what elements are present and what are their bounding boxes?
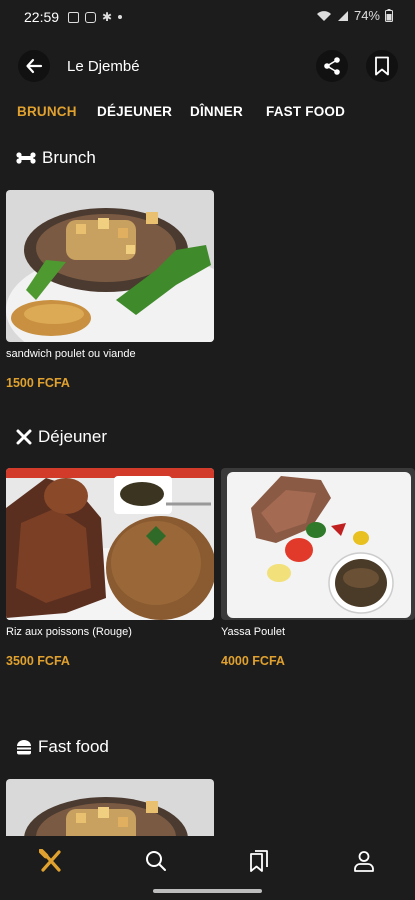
utensils-crossed-icon [16,429,32,445]
status-bar: 22:59 ✱ 74% [0,0,415,34]
menu-item-name: Yassa Poulet [221,626,286,638]
battery-icon [385,9,393,22]
app-bar: Le Djembé [0,44,415,88]
menu-item-price: 3500 FCFA [6,654,70,668]
notification-icons: ✱ [68,10,123,24]
tab-dejeuner[interactable]: DÉJEUNER [97,104,172,119]
status-time: 22:59 [24,9,60,25]
bookmarks-icon [250,850,268,872]
system-icons: 74% [316,8,393,23]
page-title: Le Djembé [67,58,140,75]
share-icon [324,57,340,75]
user-icon [354,851,374,872]
menu-item-price: 1500 FCFA [6,376,70,390]
nav-menu[interactable] [38,848,64,874]
menu-item-card[interactable]: sandwich poulet ou viande 1500 FCFA [6,190,214,390]
more-notifications-icon [118,15,123,19]
home-indicator[interactable] [153,889,262,893]
tab-fast-food[interactable]: FAST FOOD [266,104,345,119]
section-title-dejeuner: Déjeuner [16,427,107,447]
bookmark-icon [375,56,389,76]
battery-percent: 74% [353,8,380,23]
section-title-text: Fast food [38,737,109,756]
image-notification-icon [68,11,79,23]
section-title-text: Déjeuner [38,427,107,446]
menu-item-name: Riz aux poissons (Rouge) [6,626,132,638]
share-button[interactable] [316,50,348,82]
dish-image [6,779,214,836]
search-icon [146,851,166,871]
tab-brunch[interactable]: BRUNCH [17,104,77,119]
wifi-icon [316,10,331,21]
dish-image [6,468,214,620]
nav-bookmarks[interactable] [246,848,272,874]
menu-item-price: 4000 FCFA [221,654,285,668]
category-tabs: BRUNCH DÉJEUNER DÎNNER FAST FOOD [0,100,415,126]
menu-item-card[interactable]: Yassa Poulet 4000 FCFA [221,468,415,668]
nav-profile[interactable] [351,848,377,874]
section-title-brunch: Brunch [16,148,96,168]
burger-icon [17,740,31,755]
nav-search[interactable] [143,848,169,874]
dish-image [6,190,214,342]
signal-icon [337,10,348,21]
menu-item-card[interactable] [6,779,214,836]
settings-notification-icon: ✱ [102,10,113,24]
instagram-notification-icon [85,11,96,23]
section-title-text: Brunch [42,148,96,167]
utensils-icon [39,849,61,872]
back-button[interactable] [18,50,50,82]
arrow-left-icon [26,58,43,74]
section-title-fast-food: Fast food [16,737,109,757]
bone-icon [16,152,36,164]
menu-item-name: sandwich poulet ou viande [6,348,136,360]
tab-dinner[interactable]: DÎNNER [190,104,243,119]
menu-item-card[interactable]: Riz aux poissons (Rouge) 3500 FCFA [6,468,214,668]
dish-image [221,468,415,620]
bookmark-button[interactable] [366,50,398,82]
